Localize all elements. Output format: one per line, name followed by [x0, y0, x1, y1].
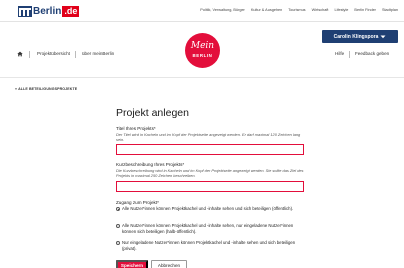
access-option-label: Alle Nutzer*innen können Projektkachel u… — [122, 206, 294, 211]
link-separator — [349, 51, 350, 58]
radio-button[interactable] — [116, 241, 120, 245]
header-divider — [0, 77, 404, 78]
create-project-form: Projekt anlegen Titel Ihres Projekts* De… — [116, 107, 306, 268]
top-nav-item[interactable]: Politik, Verwaltung, Bürger — [200, 8, 245, 12]
access-option-public[interactable]: Alle Nutzer*innen können Projektkachel u… — [116, 206, 306, 212]
logo-suffix: .de — [62, 5, 80, 17]
page-title: Projekt anlegen — [116, 107, 189, 119]
top-navigation: Politik, Verwaltung, Bürger Kultur & Aus… — [200, 8, 398, 12]
back-to-projects-link[interactable]: « ALLE BETEILIGUNGSPROJEKTE — [15, 87, 77, 91]
save-button[interactable]: Speichern — [116, 260, 148, 268]
caret-down-icon — [380, 35, 386, 38]
top-nav-item[interactable]: Tourismus — [288, 8, 305, 12]
cancel-button[interactable]: Abbrechen — [151, 260, 187, 268]
title-field-label: Titel Ihres Projekts* — [116, 126, 156, 131]
access-option-private[interactable]: Nur eingeladene Nutzer*innen können Proj… — [116, 240, 306, 252]
home-icon[interactable] — [17, 51, 23, 57]
access-field-label: Zugang zum Projekt* — [116, 200, 159, 205]
title-field-hint: Der Titel wird in Kacheln und im Kopf de… — [116, 132, 301, 143]
title-input[interactable] — [116, 144, 304, 155]
top-nav-item[interactable]: Wirtschaft — [312, 8, 329, 12]
breadcrumb-about[interactable]: über meinBerlin — [82, 51, 114, 56]
brandenburg-gate-icon — [18, 5, 32, 17]
radio-button-selected[interactable] — [116, 207, 120, 211]
mein-berlin-logo-top: Mein — [190, 41, 215, 51]
breadcrumb-project-overview[interactable]: Projektübersicht — [37, 51, 70, 56]
description-field-label: Kurzbeschreibung Ihres Projekts* — [116, 162, 185, 167]
access-option-label: Alle Nutzer*innen können Projektkachel u… — [122, 223, 294, 234]
description-input[interactable] — [116, 181, 304, 192]
feedback-link[interactable]: Feedback geben — [355, 51, 389, 56]
logo-text: Berlin — [33, 5, 62, 17]
breadcrumb-separator — [75, 51, 76, 58]
top-nav-item[interactable]: Stadtplan — [382, 8, 398, 12]
berlin-logo[interactable]: Berlin .de — [18, 5, 80, 17]
help-link[interactable]: Hilfe — [335, 51, 344, 56]
user-menu-button[interactable]: Carolin Klingspora — [322, 30, 398, 43]
top-bar: Berlin .de Politik, Verwaltung, Bürger K… — [0, 0, 404, 22]
breadcrumb-separator — [29, 51, 30, 58]
mein-berlin-logo-bottom: BERLIN — [192, 53, 213, 58]
radio-button[interactable] — [116, 224, 120, 228]
access-option-semi-public[interactable]: Alle Nutzer*innen können Projektkachel u… — [116, 223, 306, 235]
user-name: Carolin Klingspora — [333, 33, 379, 40]
access-option-label: Nur eingeladene Nutzer*innen können Proj… — [122, 240, 296, 251]
top-nav-item[interactable]: Kultur & Ausgehen — [251, 8, 282, 12]
top-nav-item[interactable]: Lifestyle — [334, 8, 348, 12]
top-nav-item[interactable]: Berlin Finder — [354, 8, 376, 12]
description-field-hint: Die Kurzbeschreibung wird in Kacheln und… — [116, 168, 304, 179]
mein-berlin-logo[interactable]: Mein BERLIN — [185, 33, 220, 68]
